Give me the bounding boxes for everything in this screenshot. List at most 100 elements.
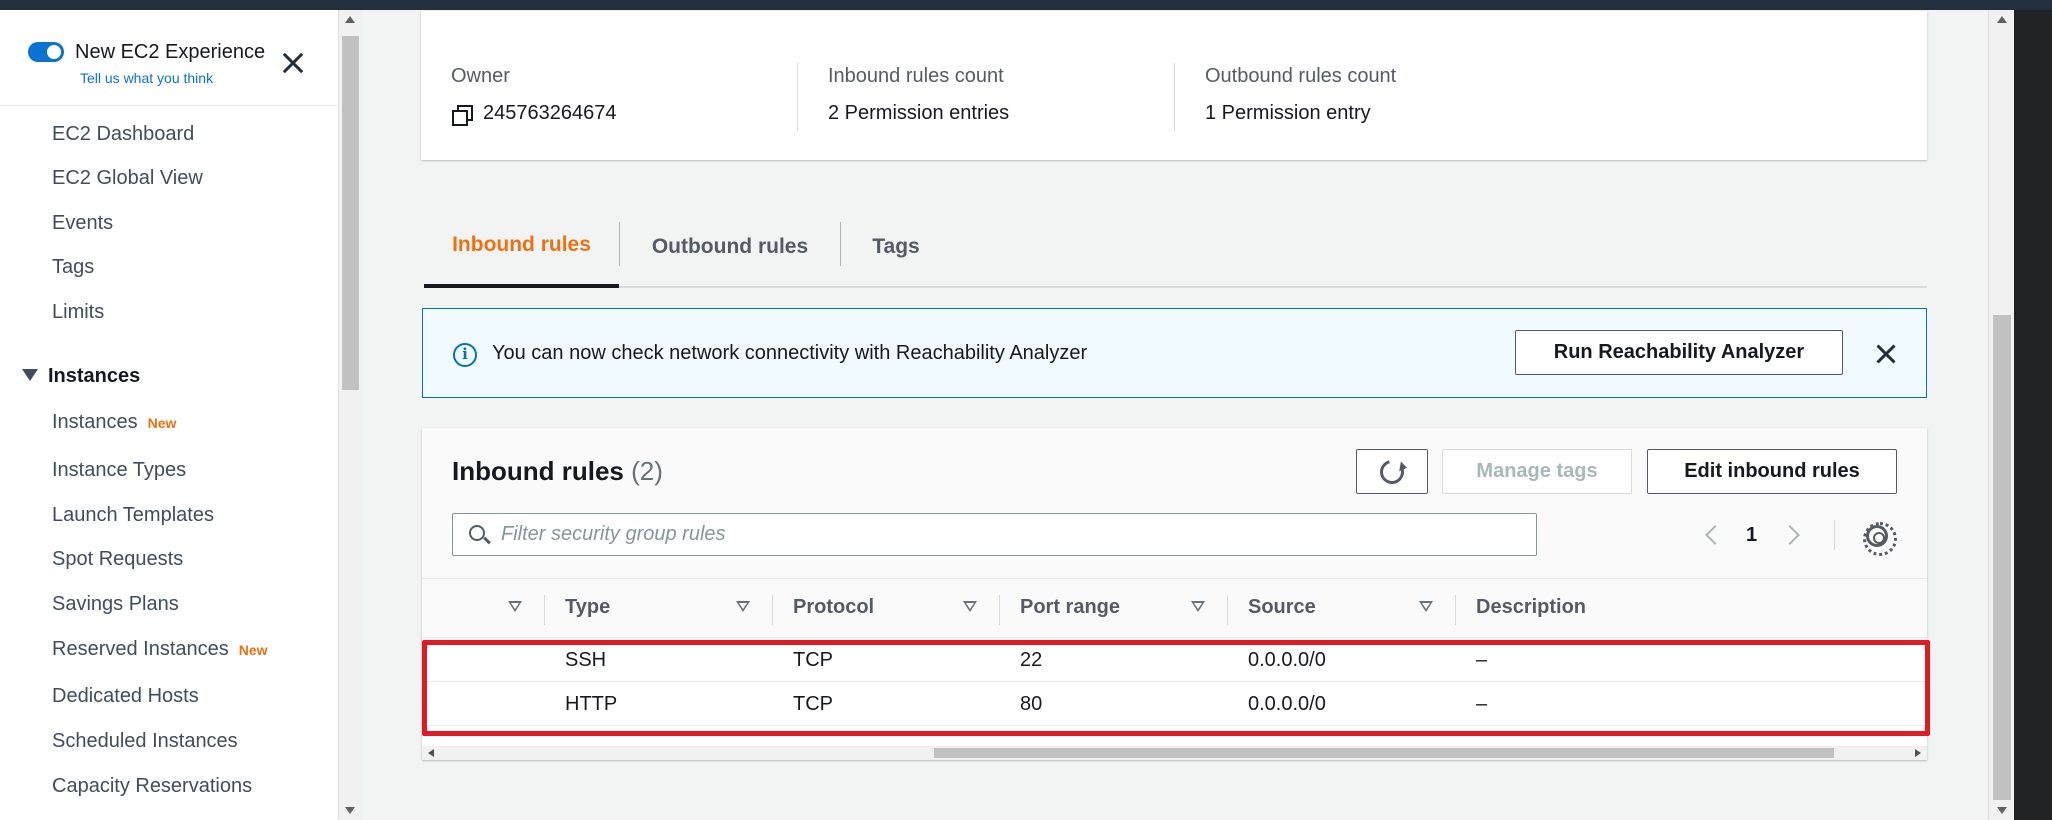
window-top-bar: [0, 0, 2052, 10]
tab-inbound-rules[interactable]: Inbound rules: [424, 206, 619, 288]
sort-icon[interactable]: [963, 601, 977, 612]
sidebar-section-instances[interactable]: Instances: [22, 365, 140, 388]
caret-down-icon: [22, 369, 38, 381]
column-header-source[interactable]: Source: [1248, 596, 1316, 619]
scroll-down-icon[interactable]: [1997, 807, 2007, 814]
sidebar-item-scheduled-instances[interactable]: Scheduled Instances: [52, 730, 238, 753]
security-group-details-card: Owner 245763264674 Inbound rules count 2…: [421, 10, 1927, 160]
column-header-description[interactable]: Description: [1476, 596, 1586, 619]
sidebar-item-ec2-dashboard[interactable]: EC2 Dashboard: [52, 123, 194, 146]
table-title: Inbound rules (2): [452, 456, 663, 487]
filter-search-box: [452, 513, 1537, 556]
table-row[interactable]: HTTP TCP 80 0.0.0.0/0 –: [422, 682, 1927, 726]
filter-rules-input[interactable]: [501, 520, 1521, 548]
outbound-count-label: Outbound rules count: [1205, 65, 1397, 87]
current-page[interactable]: 1: [1746, 524, 1757, 547]
sidebar-item-launch-templates[interactable]: Launch Templates: [52, 504, 214, 527]
main-scrollbar[interactable]: [1988, 10, 2014, 820]
column-divider: [772, 595, 773, 625]
detail-divider: [1174, 63, 1175, 131]
column-header-port-range[interactable]: Port range: [1020, 596, 1120, 619]
sidebar-item-tags[interactable]: Tags: [52, 256, 94, 279]
cell-type: HTTP: [565, 693, 618, 715]
scrollbar-thumb[interactable]: [342, 36, 359, 390]
table-header-area: Inbound rules (2) Manage tags Edit inbou…: [422, 428, 1927, 578]
owner-detail: Owner 245763264674: [451, 65, 617, 126]
cell-description: –: [1476, 693, 1488, 715]
main-content: Owner 245763264674 Inbound rules count 2…: [362, 10, 1988, 820]
sort-icon[interactable]: [508, 601, 522, 612]
reachability-info-banner: i You can now check network connectivity…: [422, 308, 1927, 398]
sidebar-item-events[interactable]: Events: [52, 212, 113, 235]
sidebar: New EC2 Experience Tell us what you thin…: [0, 10, 338, 820]
new-experience-title: New EC2 Experience: [75, 41, 266, 63]
close-icon[interactable]: [280, 50, 306, 76]
inbound-count-label: Inbound rules count: [828, 65, 1004, 87]
pager-divider: [1834, 520, 1835, 550]
new-experience-toggle[interactable]: [28, 42, 64, 62]
scroll-right-icon[interactable]: [1915, 749, 1921, 757]
cell-source: 0.0.0.0/0: [1248, 693, 1326, 715]
cell-protocol: TCP: [793, 693, 833, 715]
owner-id: 245763264674: [483, 102, 617, 124]
sidebar-item-ec2-global-view[interactable]: EC2 Global View: [52, 167, 203, 190]
manage-tags-button[interactable]: Manage tags: [1442, 449, 1632, 494]
scroll-left-icon[interactable]: [428, 749, 434, 757]
owner-label: Owner: [451, 65, 510, 87]
cell-protocol: TCP: [793, 649, 833, 671]
sidebar-item-reserved-instances[interactable]: Reserved Instances New: [52, 638, 268, 661]
sidebar-item-savings-plans[interactable]: Savings Plans: [52, 593, 179, 616]
sidebar-item-instances[interactable]: Instances New: [52, 411, 176, 434]
gear-icon[interactable]: [1863, 522, 1897, 556]
feedback-link[interactable]: Tell us what you think: [80, 70, 213, 86]
sidebar-item-spot-requests[interactable]: Spot Requests: [52, 548, 183, 571]
sidebar-item-limits[interactable]: Limits: [52, 301, 104, 324]
detail-divider: [797, 63, 798, 131]
sort-icon[interactable]: [1191, 601, 1205, 612]
tab-tags[interactable]: Tags: [841, 206, 951, 288]
column-divider: [1227, 595, 1228, 625]
owner-value: 245763264674: [451, 102, 617, 126]
table-horizontal-scrollbar[interactable]: [422, 746, 1927, 760]
inbound-count-detail: Inbound rules count 2 Permission entries: [828, 65, 1009, 125]
details-tabs: Inbound rules Outbound rules Tags: [424, 206, 1927, 288]
cell-type: SSH: [565, 649, 607, 671]
close-icon[interactable]: [1874, 342, 1898, 366]
sidebar-item-label: Reserved Instances: [52, 638, 229, 660]
sidebar-scrollbar[interactable]: [338, 10, 362, 820]
column-divider: [544, 595, 545, 625]
cell-port-range: 22: [1020, 649, 1043, 671]
tab-outbound-rules[interactable]: Outbound rules: [620, 206, 840, 288]
scrollbar-thumb[interactable]: [934, 748, 1834, 758]
table-row[interactable]: SSH TCP 22 0.0.0.0/0 –: [422, 638, 1927, 682]
scroll-up-icon[interactable]: [1997, 16, 2007, 23]
sort-icon[interactable]: [1419, 601, 1433, 612]
sidebar-item-dedicated-hosts[interactable]: Dedicated Hosts: [52, 685, 199, 708]
scrollbar-thumb[interactable]: [1993, 315, 2011, 800]
outbound-count-value: 1 Permission entry: [1205, 102, 1371, 124]
pagination: 1: [1702, 520, 1801, 550]
cell-description: –: [1476, 649, 1488, 671]
chevron-left-icon[interactable]: [1705, 525, 1725, 545]
inbound-rules-table: Inbound rules (2) Manage tags Edit inbou…: [422, 428, 1927, 760]
banner-message: You can now check network connectivity w…: [492, 342, 1088, 364]
rule-count: (2): [631, 456, 663, 486]
search-icon: [469, 525, 485, 541]
edit-inbound-rules-button[interactable]: Edit inbound rules: [1647, 449, 1897, 494]
refresh-icon: [1375, 455, 1409, 488]
sidebar-item-capacity-reservations[interactable]: Capacity Reservations: [52, 775, 252, 798]
copy-icon[interactable]: [451, 104, 473, 126]
scroll-up-icon[interactable]: [345, 16, 355, 23]
refresh-button[interactable]: [1356, 449, 1428, 494]
sort-icon[interactable]: [736, 601, 750, 612]
inbound-count-value: 2 Permission entries: [828, 102, 1010, 124]
column-header-type[interactable]: Type: [565, 596, 610, 619]
column-header-protocol[interactable]: Protocol: [793, 596, 874, 619]
run-reachability-analyzer-button[interactable]: Run Reachability Analyzer: [1515, 330, 1843, 375]
scroll-down-icon[interactable]: [345, 807, 355, 814]
chevron-right-icon[interactable]: [1780, 525, 1801, 545]
cell-source: 0.0.0.0/0: [1248, 649, 1326, 671]
new-badge: New: [147, 415, 177, 431]
sidebar-divider: [0, 105, 338, 106]
sidebar-item-instance-types[interactable]: Instance Types: [52, 459, 186, 482]
